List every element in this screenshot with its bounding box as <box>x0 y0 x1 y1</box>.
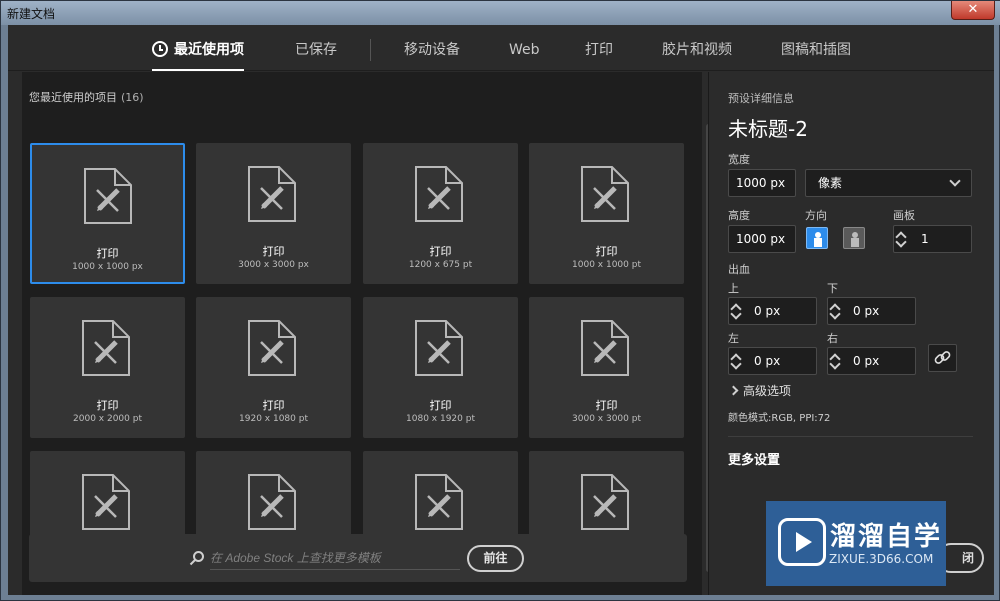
preset-card[interactable]: 打印 3000 x 3000 pt <box>529 297 684 438</box>
advanced-options-label: 高级选项 <box>743 384 792 398</box>
bleed-right-label: 右 <box>827 332 838 345</box>
tab-web[interactable]: Web <box>509 25 540 71</box>
preset-details-header: 预设详细信息 <box>728 92 794 105</box>
portrait-button[interactable] <box>806 227 828 249</box>
recent-items-panel: 您最近使用的项目 (16) 打印 1000 x 1000 px 打印 3000 x 30… <box>22 72 711 595</box>
landscape-button[interactable] <box>843 227 865 249</box>
preset-card[interactable]: 打印 1080 x 1920 pt <box>363 297 518 438</box>
preset-size: 1920 x 1080 pt <box>239 414 308 424</box>
artboard-label: 画板 <box>893 209 915 222</box>
chevron-down-icon <box>949 175 961 187</box>
preset-size: 1000 x 1000 px <box>72 262 143 272</box>
tab-recent-label: 最近使用项 <box>174 42 244 58</box>
preset-size: 1200 x 675 pt <box>408 260 473 270</box>
title-bar: 新建文档 ✕ <box>1 1 1000 25</box>
more-settings-label[interactable]: 更多设置 <box>728 449 780 468</box>
preset-name: 打印 <box>96 399 119 412</box>
bleed-top-label: 上 <box>728 282 739 295</box>
bleed-top-stepper[interactable]: 0 px <box>728 297 817 325</box>
preset-name: 打印 <box>262 399 285 412</box>
tab-print[interactable]: 打印 <box>585 25 613 71</box>
bleed-left-stepper[interactable]: 0 px <box>728 347 817 375</box>
divider <box>728 436 973 437</box>
search-icon <box>189 551 204 566</box>
preset-card[interactable]: 打印 1000 x 1000 px <box>30 143 185 284</box>
orientation-label: 方向 <box>805 209 827 222</box>
bleed-left-value: 0 px <box>754 354 781 368</box>
bleed-bottom-value: 0 px <box>853 304 880 318</box>
preset-name: 打印 <box>262 245 285 258</box>
preset-size: 3000 x 3000 px <box>238 260 309 270</box>
link-bleed-button[interactable] <box>928 344 957 372</box>
preset-card[interactable]: 打印 1920 x 1080 pt <box>196 297 351 438</box>
watermark-url: ZIXUE.3D66.COM <box>829 552 934 566</box>
preset-name: 打印 <box>96 247 119 260</box>
chevron-right-icon <box>728 385 739 396</box>
clock-icon <box>152 41 168 57</box>
document-title[interactable]: 未标题-2 <box>728 113 808 142</box>
tab-saved[interactable]: 已保存 <box>295 25 337 71</box>
recent-header: 您最近使用的项目 (16) <box>29 89 144 105</box>
bleed-label: 出血 <box>728 263 750 276</box>
preset-card[interactable]: 打印 2000 x 2000 pt <box>30 297 185 438</box>
go-button[interactable]: 前往 <box>467 545 524 572</box>
advanced-options-toggle[interactable]: 高级选项 <box>728 382 792 399</box>
artboard-value: 1 <box>921 232 929 246</box>
unit-select-value: 像素 <box>818 176 843 190</box>
stock-search-bar: 前往 <box>29 534 687 582</box>
bleed-left-label: 左 <box>728 332 739 345</box>
recent-header-label: 您最近使用的项目 <box>29 91 117 104</box>
stock-search-input[interactable] <box>210 546 460 570</box>
watermark: 溜溜自学 ZIXUE.3D66.COM <box>766 501 946 586</box>
preset-name: 打印 <box>595 245 618 258</box>
play-logo-icon <box>778 518 826 566</box>
preset-name: 打印 <box>429 245 452 258</box>
preset-size: 1000 x 1000 pt <box>572 260 641 270</box>
artboard-stepper[interactable]: 1 <box>893 225 972 253</box>
preset-card[interactable]: 打印 3000 x 3000 px <box>196 143 351 284</box>
watermark-brand: 溜溜自学 <box>830 522 943 552</box>
bleed-right-value: 0 px <box>853 354 880 368</box>
tab-film-video[interactable]: 胶片和视频 <box>662 25 732 71</box>
height-label: 高度 <box>728 209 750 222</box>
preset-name: 打印 <box>429 399 452 412</box>
new-document-dialog: 新建文档 ✕ 最近使用项 已保存 移动设备 Web 打印 胶片和视频 图稿和插图… <box>0 0 1000 601</box>
category-tabs: 最近使用项 已保存 移动设备 Web 打印 胶片和视频 图稿和插图 <box>8 25 994 71</box>
height-field[interactable]: 1000 px <box>728 225 796 253</box>
tab-art-illustration[interactable]: 图稿和插图 <box>781 25 851 71</box>
bleed-top-value: 0 px <box>754 304 781 318</box>
bleed-bottom-label: 下 <box>827 282 838 295</box>
preset-size: 1080 x 1920 pt <box>406 414 475 424</box>
window-title: 新建文档 <box>7 7 56 21</box>
tab-mobile[interactable]: 移动设备 <box>404 25 460 71</box>
preset-card[interactable]: 打印 1200 x 675 pt <box>363 143 518 284</box>
width-field[interactable]: 1000 px <box>728 169 796 197</box>
preset-name: 打印 <box>595 399 618 412</box>
preset-card[interactable]: 打印 1000 x 1000 pt <box>529 143 684 284</box>
width-label: 宽度 <box>728 153 750 166</box>
unit-select[interactable]: 像素 <box>805 169 972 197</box>
bleed-bottom-stepper[interactable]: 0 px <box>827 297 916 325</box>
preset-size: 3000 x 3000 pt <box>572 414 641 424</box>
preset-size: 2000 x 2000 pt <box>73 414 142 424</box>
link-icon <box>934 351 951 364</box>
tab-divider <box>370 39 371 61</box>
close-button[interactable]: ✕ <box>951 1 995 20</box>
tab-recent[interactable]: 最近使用项 <box>152 25 244 71</box>
recent-count: (16) <box>121 91 144 104</box>
bleed-right-stepper[interactable]: 0 px <box>827 347 916 375</box>
color-mode-info: 颜色模式:RGB, PPI:72 <box>728 413 831 424</box>
